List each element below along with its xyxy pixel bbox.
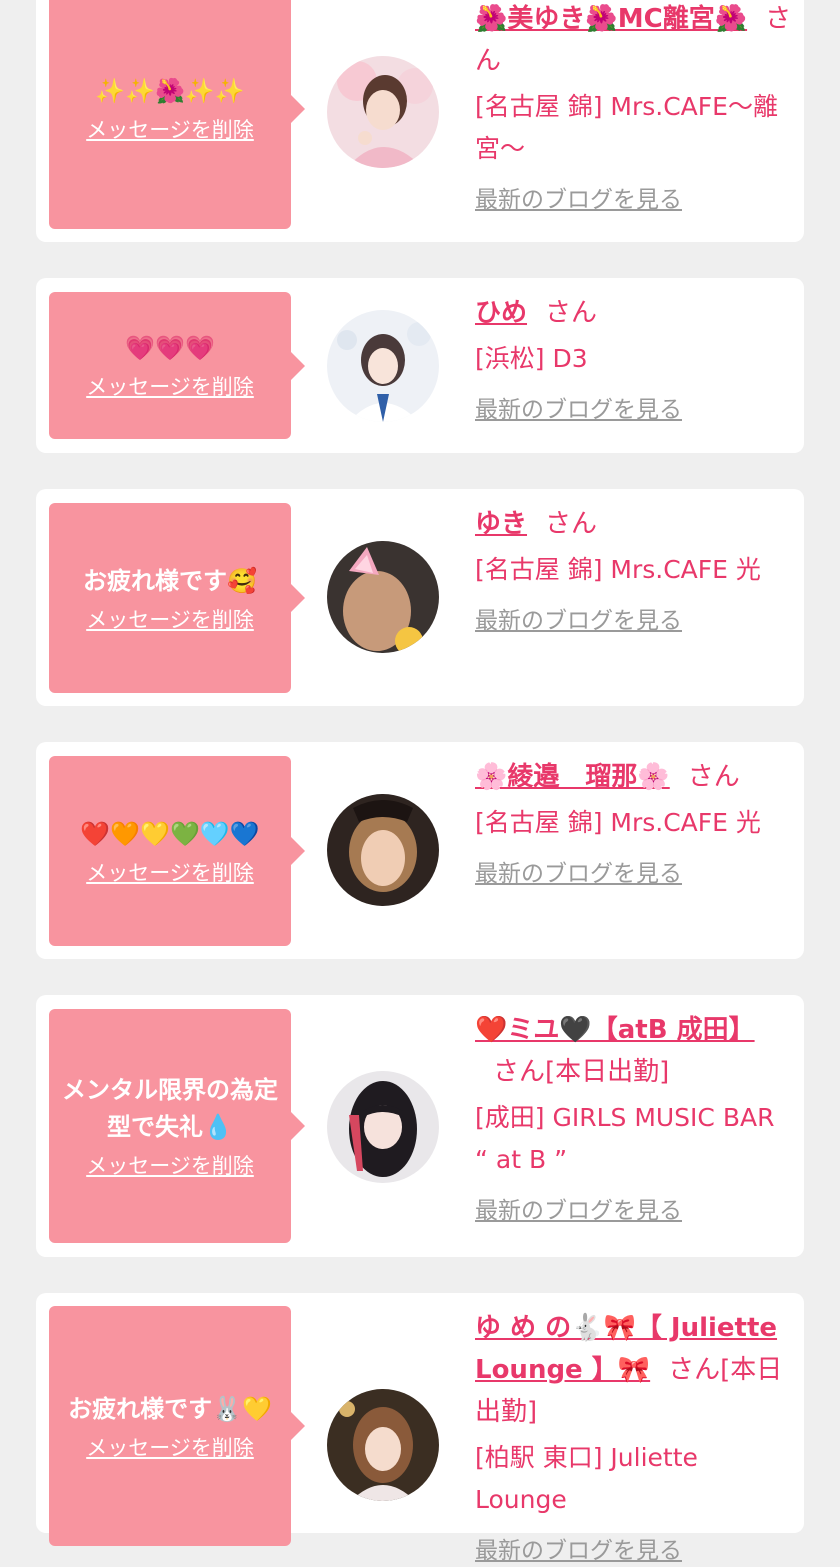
- message-text: ❤️🧡💛💚🩵💙: [80, 819, 260, 848]
- message-bubble: お疲れ様です🐰💛 メッセージを削除: [49, 1306, 305, 1546]
- profile-info: ❤️ミユ🖤【atB 成田】さん[本日出勤] [成田] GIRLS MUSIC B…: [475, 1009, 795, 1227]
- girl-name-link[interactable]: 🌸綾邉 瑠那🌸: [475, 762, 670, 792]
- latest-blog-link[interactable]: 最新のブログを見る: [475, 605, 682, 637]
- profile-info: ゆき さん [名古屋 錦] Mrs.CAFE 光 最新のブログを見る: [475, 503, 795, 637]
- message-card: お疲れ様です🥰 メッセージを削除 ゆき さん [名古屋 錦] Mrs.CAFE 光…: [36, 489, 804, 706]
- delete-message-link[interactable]: メッセージを削除: [86, 114, 254, 144]
- honorific: さん: [545, 509, 598, 539]
- message-bubble: お疲れ様です🥰 メッセージを削除: [49, 503, 305, 693]
- latest-blog-link[interactable]: 最新のブログを見る: [475, 1535, 682, 1567]
- profile-info: ひめ さん [浜松] D3 最新のブログを見る: [475, 292, 795, 426]
- message-text: ✨✨🌺✨✨: [95, 77, 245, 105]
- delete-message-link[interactable]: メッセージを削除: [86, 604, 254, 634]
- girl-name-link[interactable]: ひめ: [475, 298, 527, 328]
- honorific: さん: [493, 1057, 546, 1087]
- girl-name-link[interactable]: ゆき: [475, 509, 527, 539]
- shop-label: [名古屋 錦] Mrs.CAFE〜離宮〜: [475, 92, 778, 163]
- delete-message-link[interactable]: メッセージを削除: [86, 1432, 254, 1462]
- profile-info: 🌸綾邉 瑠那🌸 さん [名古屋 錦] Mrs.CAFE 光 最新のブログを見る: [475, 756, 795, 890]
- avatar[interactable]: [327, 541, 439, 653]
- shop-label: [名古屋 錦] Mrs.CAFE 光: [475, 808, 761, 837]
- profile-info: ゆ め の🐇🎀【 Juliette Lounge 】🎀 さん[本日出勤] [柏駅 …: [475, 1307, 795, 1567]
- message-text: メンタル限界の為定型で失礼💧: [62, 1076, 278, 1141]
- message-card: ❤️🧡💛💚🩵💙 メッセージを削除 🌸綾邉 瑠那🌸 さん [名古屋 錦] Mrs.C…: [36, 742, 804, 959]
- message-text: お疲れ様です🥰: [83, 566, 257, 595]
- latest-blog-link[interactable]: 最新のブログを見る: [475, 184, 682, 216]
- delete-message-link[interactable]: メッセージを削除: [86, 857, 254, 887]
- message-bubble: ❤️🧡💛💚🩵💙 メッセージを削除: [49, 756, 305, 946]
- honorific: さん: [687, 762, 740, 792]
- message-card: 💗💗💗 メッセージを削除 ひめ さん [浜松] D3 最新のブログを見る: [36, 278, 804, 453]
- latest-blog-link[interactable]: 最新のブログを見る: [475, 394, 682, 426]
- girl-name-link[interactable]: ❤️ミユ🖤【atB 成田】: [475, 1015, 755, 1045]
- message-card: お疲れ様です🐰💛 メッセージを削除 ゆ め の🐇🎀【 Juliette Loun…: [36, 1293, 804, 1564]
- delete-message-link[interactable]: メッセージを削除: [86, 1150, 254, 1180]
- shop-label: [柏駅 東口] Juliette Lounge: [475, 1443, 698, 1514]
- avatar[interactable]: [327, 310, 439, 422]
- honorific: さん: [545, 298, 598, 328]
- profile-info: 🌺美ゆき🌺MC離宮🌺 さん [名古屋 錦] Mrs.CAFE〜離宮〜 最新のブログ…: [475, 0, 795, 216]
- shop-label: [成田] GIRLS MUSIC BAR “ at B ”: [475, 1103, 775, 1174]
- delete-message-link[interactable]: メッセージを削除: [86, 371, 254, 401]
- message-card: ✨✨🌺✨✨ メッセージを削除 🌺美ゆき🌺MC離宮🌺 さん [名古屋 錦] Mrs.…: [36, 0, 804, 242]
- avatar[interactable]: [327, 56, 439, 168]
- latest-blog-link[interactable]: 最新のブログを見る: [475, 858, 682, 890]
- message-bubble: メンタル限界の為定型で失礼💧 メッセージを削除: [49, 1009, 305, 1243]
- message-card: メンタル限界の為定型で失礼💧 メッセージを削除 ❤️ミユ🖤【atB 成田】さん[…: [36, 995, 804, 1257]
- today-status: [本日出勤]: [545, 1057, 670, 1087]
- shop-label: [浜松] D3: [475, 344, 588, 373]
- latest-blog-link[interactable]: 最新のブログを見る: [475, 1195, 682, 1227]
- message-bubble: ✨✨🌺✨✨ メッセージを削除: [49, 0, 305, 229]
- shop-label: [名古屋 錦] Mrs.CAFE 光: [475, 555, 761, 584]
- message-text: 💗💗💗: [125, 334, 215, 362]
- avatar[interactable]: [327, 1389, 439, 1501]
- message-bubble: 💗💗💗 メッセージを削除: [49, 292, 305, 439]
- avatar[interactable]: [327, 794, 439, 906]
- honorific: さん: [668, 1355, 721, 1385]
- message-text: お疲れ様です🐰💛: [68, 1394, 272, 1423]
- girl-name-link[interactable]: 🌺美ゆき🌺MC離宮🌺: [475, 4, 747, 34]
- avatar[interactable]: [327, 1071, 439, 1183]
